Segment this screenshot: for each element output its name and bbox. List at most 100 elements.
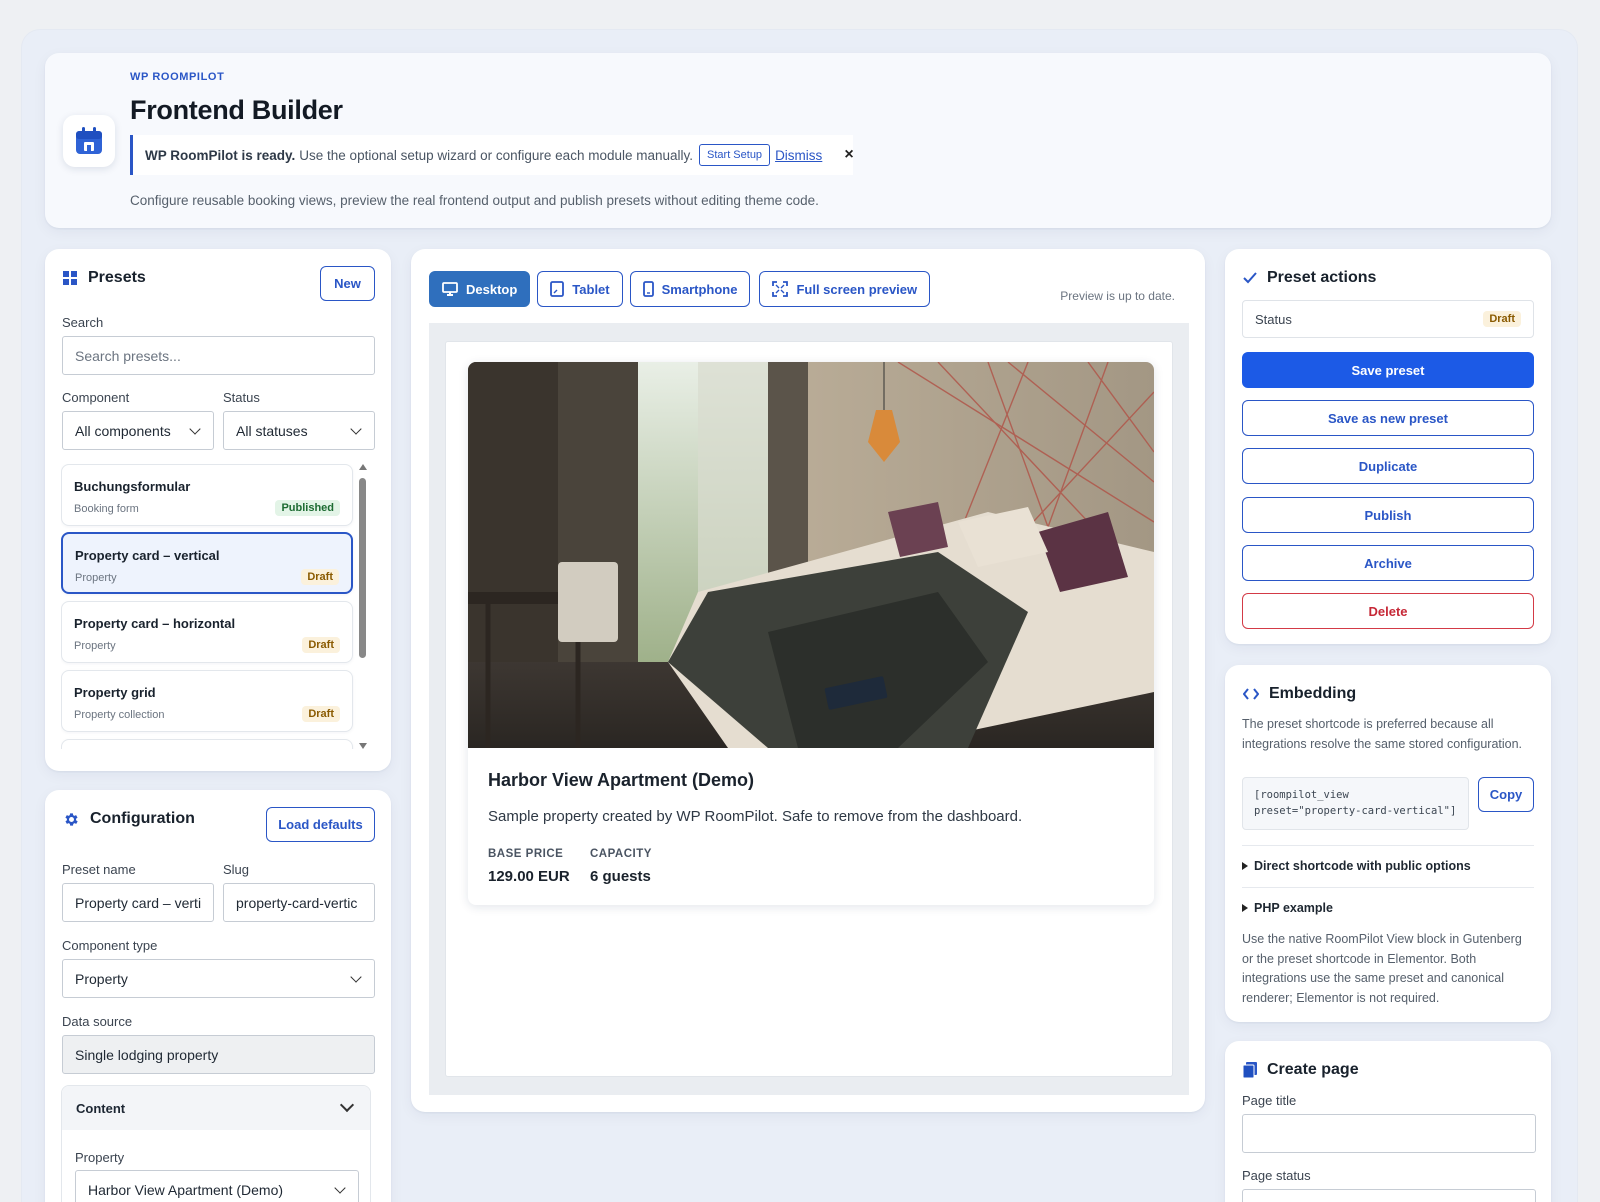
- php-example-label: PHP example: [1254, 901, 1333, 915]
- preset-list: Buchungsformular Booking form Published …: [61, 464, 363, 749]
- direct-shortcode-toggle[interactable]: Direct shortcode with public options: [1242, 859, 1534, 873]
- embedding-heading: Embedding: [1243, 685, 1356, 703]
- property-label: Property: [75, 1150, 125, 1165]
- desktop-icon: [442, 281, 458, 296]
- page-status-select[interactable]: [1242, 1189, 1536, 1202]
- grid-icon: [63, 270, 77, 285]
- preset-item-subtitle: Property: [74, 640, 116, 652]
- shortcode-box[interactable]: [roompilot_view preset="property-card-ve…: [1242, 777, 1469, 830]
- gear-icon: [65, 812, 78, 826]
- create-page-heading: Create page: [1243, 1061, 1359, 1079]
- direct-shortcode-label: Direct shortcode with public options: [1254, 859, 1471, 873]
- create-page-panel: Create page Page title Page status: [1225, 1041, 1551, 1202]
- property-select[interactable]: Harbor View Apartment (Demo): [75, 1170, 359, 1202]
- new-preset-button[interactable]: New: [320, 266, 375, 301]
- save-preset-button[interactable]: Save preset: [1242, 352, 1534, 388]
- scroll-down-icon[interactable]: [359, 743, 367, 749]
- data-source-field: Single lodging property: [62, 1035, 375, 1074]
- page-title-input[interactable]: [1242, 1114, 1536, 1153]
- property-name: Harbor View Apartment (Demo): [488, 770, 755, 790]
- duplicate-button[interactable]: Duplicate: [1242, 448, 1534, 484]
- preset-item-title: Property card – horizontal: [74, 616, 236, 631]
- configuration-heading: Configuration: [63, 810, 195, 828]
- preset-item-partial[interactable]: [61, 739, 353, 749]
- component-type-label: Component type: [62, 938, 158, 953]
- save-as-new-preset-button[interactable]: Save as new preset: [1242, 400, 1534, 436]
- presets-title: Presets: [88, 269, 146, 286]
- base-price-value: 129.00 EUR: [488, 868, 570, 885]
- scrollbar-thumb[interactable]: [359, 478, 366, 658]
- divider: [1242, 887, 1534, 888]
- property-card[interactable]: Harbor View Apartment (Demo) Sample prop…: [468, 362, 1154, 905]
- page-description: Configure reusable booking views, previe…: [130, 193, 819, 208]
- preset-actions-title: Preset actions: [1267, 269, 1377, 286]
- preset-status-row: Status Draft: [1242, 300, 1534, 338]
- page-title-label: Page title: [1242, 1093, 1297, 1108]
- content-accordion-toggle[interactable]: Content: [62, 1086, 370, 1130]
- preset-item-subtitle: Property: [75, 572, 117, 584]
- brand-eyebrow: WP ROOMPILOT: [130, 71, 225, 83]
- caret-right-icon: [1242, 862, 1248, 870]
- create-page-title: Create page: [1267, 1061, 1359, 1078]
- preset-item-property-grid[interactable]: Property grid Property collection Draft: [61, 670, 353, 732]
- preset-list-scrollbar[interactable]: [358, 464, 368, 749]
- preset-item-property-card-vertical[interactable]: Property card – vertical Property Draft: [61, 532, 353, 594]
- property-description: Sample property created by WP RoomPilot.…: [488, 808, 1023, 825]
- tab-tablet[interactable]: Tablet: [537, 271, 623, 307]
- search-input[interactable]: Search presets...: [62, 336, 375, 375]
- component-type-select[interactable]: Property: [62, 959, 375, 998]
- preview-stage: Harbor View Apartment (Demo) Sample prop…: [429, 323, 1189, 1095]
- delete-button[interactable]: Delete: [1242, 593, 1534, 629]
- notice-text: Use the optional setup wizard or configu…: [299, 147, 694, 163]
- property-photo: [468, 362, 1154, 748]
- embedding-title: Embedding: [1269, 685, 1357, 702]
- preset-name-input[interactable]: Property card – verti: [62, 883, 214, 922]
- copy-shortcode-button[interactable]: Copy: [1478, 777, 1534, 812]
- archive-button[interactable]: Archive: [1242, 545, 1534, 581]
- configuration-title: Configuration: [90, 810, 195, 827]
- status-filter-select[interactable]: All statuses: [223, 411, 375, 450]
- pages-icon: [1243, 1062, 1257, 1078]
- status-badge: Draft: [302, 706, 340, 722]
- component-filter-select[interactable]: All components: [62, 411, 214, 450]
- notice-strong: WP RoomPilot is ready.: [145, 147, 296, 163]
- publish-button[interactable]: Publish: [1242, 497, 1534, 533]
- base-price-meta: BASE PRICE 129.00 EUR: [488, 848, 570, 885]
- capacity-value: 6 guests: [590, 868, 651, 885]
- component-filter-label: Component: [62, 390, 130, 405]
- load-defaults-button[interactable]: Load defaults: [266, 807, 375, 842]
- preset-item-buchungsformular[interactable]: Buchungsformular Booking form Published: [61, 464, 353, 526]
- start-setup-button[interactable]: Start Setup: [699, 144, 771, 166]
- preset-item-title: Property grid: [74, 685, 156, 700]
- php-example-toggle[interactable]: PHP example: [1242, 901, 1534, 915]
- tab-desktop-label: Desktop: [466, 281, 518, 297]
- presets-panel: Presets New Search Search presets... Com…: [45, 249, 391, 771]
- status-filter-label: Status: [223, 390, 260, 405]
- tab-fullscreen-label: Full screen preview: [796, 281, 918, 297]
- scroll-up-icon[interactable]: [359, 464, 367, 470]
- status-badge: Draft: [302, 637, 340, 653]
- code-icon: [1243, 688, 1259, 700]
- page-header: WP ROOMPILOT Frontend Builder WP RoomPil…: [45, 53, 1551, 228]
- capacity-meta: CAPACITY 6 guests: [590, 848, 652, 885]
- slug-input[interactable]: property-card-vertic: [223, 883, 375, 922]
- presets-heading: Presets: [63, 269, 146, 287]
- embedding-panel: Embedding The preset shortcode is prefer…: [1225, 665, 1551, 1022]
- preset-name-label: Preset name: [62, 862, 136, 877]
- caret-right-icon: [1242, 904, 1248, 912]
- tab-smartphone-label: Smartphone: [661, 281, 738, 297]
- calendar-icon: [63, 115, 115, 167]
- page-title: Frontend Builder: [130, 95, 343, 125]
- tab-full-screen-preview[interactable]: Full screen preview: [759, 271, 931, 307]
- close-icon[interactable]: ×: [844, 146, 853, 164]
- preset-item-subtitle: Booking form: [74, 503, 139, 515]
- dismiss-link[interactable]: Dismiss: [775, 148, 822, 163]
- configuration-panel: Configuration Load defaults Preset name …: [45, 790, 391, 1202]
- preset-item-title: Property card – vertical: [75, 548, 220, 563]
- setup-notice: WP RoomPilot is ready. Use the optional …: [130, 135, 854, 175]
- tab-desktop[interactable]: Desktop: [429, 271, 531, 307]
- tab-smartphone[interactable]: Smartphone: [629, 271, 751, 307]
- tablet-icon: [550, 281, 565, 297]
- preset-item-property-card-horizontal[interactable]: Property card – horizontal Property Draf…: [61, 601, 353, 663]
- divider: [1242, 845, 1534, 846]
